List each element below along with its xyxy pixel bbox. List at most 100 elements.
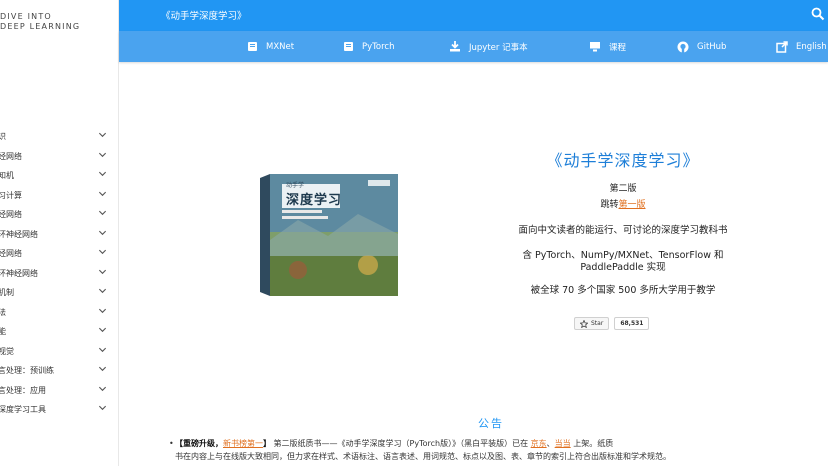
- nav-link-mxnet[interactable]: MXNet: [247, 31, 294, 62]
- announcement-text-2: 上架。纸质: [570, 439, 614, 448]
- chevron-down-icon[interactable]: [98, 403, 107, 412]
- book-icon: [248, 42, 257, 51]
- announcement-bold: 【重磅升级，: [175, 439, 223, 448]
- chevron-down-icon[interactable]: [98, 364, 107, 373]
- sidebar-item-label: 视觉: [0, 346, 14, 356]
- nav-link-course[interactable]: 课程: [589, 31, 626, 62]
- chevron-down-icon[interactable]: [98, 247, 107, 256]
- dangdang-link[interactable]: 当当: [555, 439, 571, 448]
- sidebar-item-label: 能: [0, 326, 6, 337]
- book-cover-subtitle: 动手学: [286, 182, 305, 189]
- sidebar-item-label: 环神经网络: [0, 229, 38, 239]
- sidebar-item-label: 言处理：预训练: [0, 366, 54, 375]
- star-icon: [580, 319, 588, 328]
- course-icon: [590, 42, 600, 52]
- hero-adoption: 被全球 70 多个国家 500 多所大学用于教学: [530, 285, 716, 296]
- hero-description: 面向中文读者的能运行、可讨论的深度学习教科书: [518, 225, 728, 236]
- sidebar-item-label: 知机: [0, 171, 14, 180]
- sidebar-item-label: 环神经网络: [0, 268, 38, 278]
- hero-frameworks: 含 PyTorch、NumPy/MXNet、TensorFlow 和 Paddl…: [522, 250, 724, 273]
- search-icon[interactable]: [811, 7, 825, 21]
- github-icon: [677, 41, 689, 52]
- sidebar-item[interactable]: 能: [0, 321, 118, 341]
- chevron-down-icon[interactable]: [98, 169, 107, 178]
- external-link-icon: [776, 40, 788, 53]
- sidebar-item[interactable]: 环神经网络: [0, 224, 118, 244]
- sidebar-item-label: 深度学习工具: [0, 405, 46, 414]
- sidebar-item[interactable]: 言处理：预训练: [0, 360, 118, 380]
- sidebar-item[interactable]: 深度学习工具: [0, 399, 118, 419]
- nav-link-jupyter[interactable]: Jupyter 记事本: [449, 31, 528, 62]
- first-edition-link[interactable]: 第一版: [619, 200, 646, 210]
- book-cover-title: 深度学习: [286, 193, 343, 208]
- site-logo[interactable]: DIVE INTO DEEP LEARNING: [0, 12, 118, 32]
- chevron-down-icon[interactable]: [98, 189, 107, 198]
- book-icon: [344, 42, 353, 51]
- sidebar-item[interactable]: 视觉: [0, 341, 118, 361]
- chevron-down-icon[interactable]: [98, 150, 107, 159]
- nav-link-label: English: [796, 41, 827, 52]
- chevron-down-icon[interactable]: [98, 286, 107, 295]
- sidebar-item[interactable]: 知机: [0, 165, 118, 185]
- sidebar-item[interactable]: 机制: [0, 282, 118, 302]
- sidebar-item[interactable]: 法: [0, 302, 118, 322]
- sidebar-item-label: 言处理：应用: [0, 385, 46, 395]
- sidebar-item-label: 习计算: [0, 190, 22, 200]
- bestseller-link[interactable]: 新书榜第一: [223, 439, 263, 448]
- jd-link[interactable]: 京东: [531, 439, 547, 448]
- star-count[interactable]: 68,531: [614, 317, 650, 330]
- chevron-down-icon[interactable]: [98, 228, 107, 237]
- nav-link-english[interactable]: English: [776, 31, 827, 62]
- sidebar-item[interactable]: 习计算: [0, 185, 118, 205]
- chevron-down-icon[interactable]: [98, 325, 107, 334]
- sidebar-nav: 识经网络知机习计算经网络环神经网络经网络环神经网络机制法能视觉言处理：预训练言处…: [0, 126, 118, 419]
- nav-link-pytorch[interactable]: PyTorch: [343, 31, 394, 62]
- chevron-down-icon[interactable]: [98, 345, 107, 354]
- book-cover-image: 动手学 深度学习: [258, 170, 401, 300]
- nav-link-label: Jupyter 记事本: [469, 42, 528, 53]
- edition-label: 第二版: [609, 184, 637, 194]
- announcement-text: 第二版纸质书——《动手学深度学习（PyTorch版）》（黑白平装版）已在: [271, 439, 531, 448]
- sidebar-item[interactable]: 言处理：应用: [0, 380, 118, 400]
- chevron-down-icon[interactable]: [98, 384, 107, 393]
- sidebar-item[interactable]: 经网络: [0, 146, 118, 166]
- announcement-line-2: 书在内容上与在线版大致相同，但力求在样式、术语标注、语言表述、用词规范、标点以及…: [175, 451, 671, 461]
- star-button[interactable]: Star: [574, 317, 610, 330]
- hero-title: 《动手学深度学习》: [546, 151, 700, 170]
- sidebar: DIVE INTO DEEP LEARNING 识经网络知机习计算经网络环神经网…: [0, 0, 119, 466]
- announcement-bold-end: 】: [263, 439, 271, 448]
- sidebar-item-label: 法: [0, 307, 6, 318]
- jump-prefix: 跳转: [600, 200, 619, 210]
- jump-line: 跳转第一版: [478, 197, 768, 210]
- announcement-title: 公告: [478, 417, 504, 430]
- sidebar-item[interactable]: 识: [0, 126, 118, 146]
- github-star-widget: Star 68,531: [574, 317, 650, 330]
- download-icon: [450, 41, 460, 52]
- sidebar-item-label: 机制: [0, 288, 14, 297]
- nav-link-github[interactable]: GitHub: [677, 31, 726, 62]
- nav-link-label: PyTorch: [362, 41, 395, 52]
- chevron-down-icon[interactable]: [98, 130, 107, 139]
- sidebar-item[interactable]: 经网络: [0, 204, 118, 224]
- nav-link-label: GitHub: [697, 41, 727, 52]
- star-label: Star: [591, 320, 604, 327]
- hero-section: 《动手学深度学习》 第二版 跳转第一版 面向中文读者的能运行、可讨论的深度学习教…: [478, 145, 768, 297]
- logo-line-1: DIVE INTO: [0, 12, 52, 21]
- sidebar-item-label: 经网络: [0, 249, 22, 258]
- sidebar-item-label: 经网络: [0, 151, 22, 161]
- page-title: 《动手学深度学习》: [161, 11, 247, 22]
- sidebar-item-label: 识: [0, 131, 6, 142]
- bullet-icon: •: [169, 439, 174, 448]
- chevron-down-icon[interactable]: [98, 208, 107, 217]
- header-navbar: MXNet PyTorch Jupyter 记事本 课程 GitHub Engl…: [119, 31, 828, 62]
- chevron-down-icon[interactable]: [98, 306, 107, 315]
- sidebar-item[interactable]: 环神经网络: [0, 263, 118, 283]
- logo-line-2: DEEP LEARNING: [0, 22, 81, 31]
- sidebar-item[interactable]: 经网络: [0, 243, 118, 263]
- chevron-down-icon[interactable]: [98, 267, 107, 276]
- nav-link-label: 课程: [609, 42, 627, 53]
- separator: 、: [546, 439, 555, 448]
- sidebar-item-label: 经网络: [0, 210, 22, 219]
- nav-link-label: MXNet: [266, 41, 295, 52]
- top-app-bar: 《动手学深度学习》: [119, 0, 828, 31]
